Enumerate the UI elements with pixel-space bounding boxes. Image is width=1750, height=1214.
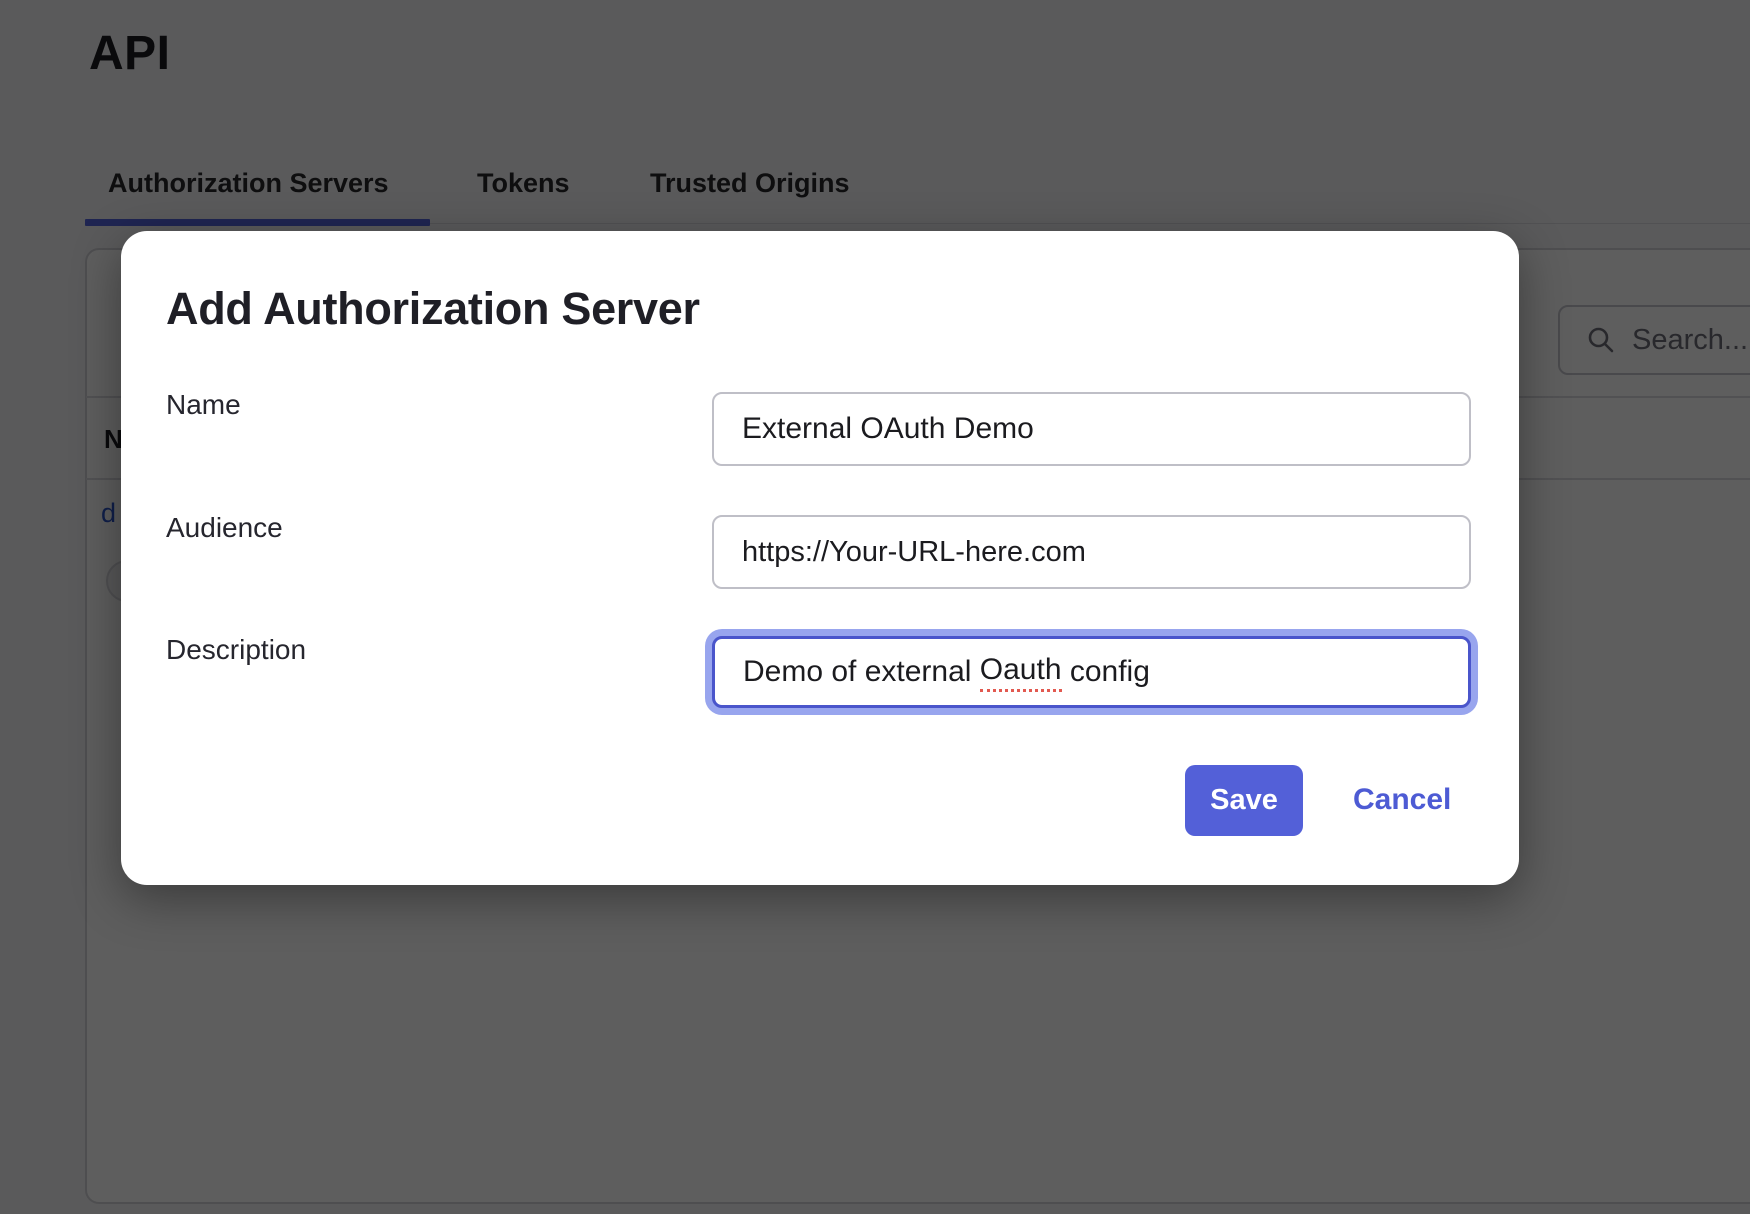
save-button[interactable]: Save [1185, 765, 1303, 836]
audience-label: Audience [166, 512, 283, 544]
description-misspelled-word: Oauth [980, 653, 1062, 692]
name-field[interactable] [712, 392, 1471, 466]
modal-title: Add Authorization Server [166, 283, 700, 335]
add-authorization-server-modal: Add Authorization Server Name Audience D… [121, 231, 1519, 885]
description-field[interactable]: Demo of external Oauth config [712, 636, 1471, 708]
name-label: Name [166, 389, 241, 421]
audience-field[interactable] [712, 515, 1471, 589]
cancel-button[interactable]: Cancel [1353, 783, 1471, 817]
description-label: Description [166, 634, 306, 666]
description-text: config [1062, 655, 1150, 689]
description-text: Demo of external [743, 655, 980, 689]
